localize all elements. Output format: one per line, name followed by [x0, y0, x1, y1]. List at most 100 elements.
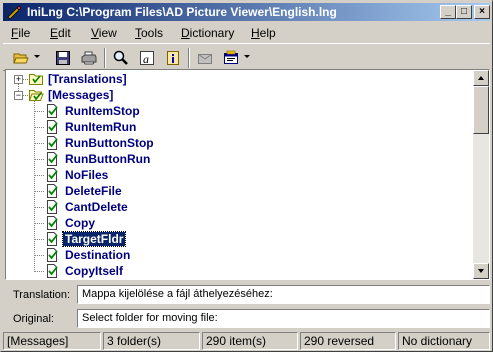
dictionary-button[interactable] [221, 48, 241, 68]
document-check-icon [47, 120, 58, 134]
save-icon [56, 51, 70, 65]
tree-connector [34, 191, 44, 192]
tree-item-label: Copy [65, 216, 95, 230]
document-check-icon [47, 136, 58, 150]
tree-connector [34, 239, 44, 240]
document-check-icon [47, 104, 58, 118]
tree-item[interactable]: NoFiles [6, 167, 206, 183]
status-dictionary: No dictionary [398, 332, 490, 350]
tree-folder-messages[interactable]: − [Messages] [6, 87, 206, 103]
tree-item-label: CantDelete [65, 200, 128, 214]
translation-label: Translation: [13, 289, 71, 301]
tree-connector [34, 271, 44, 272]
toolbar-separator [188, 48, 190, 68]
find-button[interactable] [111, 48, 131, 68]
app-window: IniLng C:\Program Files\AD Picture Viewe… [0, 0, 493, 352]
tree-connector [34, 175, 44, 176]
scroll-down-button[interactable] [473, 263, 489, 279]
folder-icon [29, 74, 43, 85]
tree-item-label: RunButtonStop [65, 136, 154, 150]
document-check-icon [47, 184, 58, 198]
document-check-icon [47, 168, 58, 182]
print-button[interactable] [79, 48, 99, 68]
tree-item-label: DeleteFile [65, 184, 122, 198]
status-items: 290 item(s) [202, 332, 298, 350]
dictionary-icon [224, 50, 238, 64]
mail-button[interactable] [195, 48, 215, 68]
open-folder-icon [28, 90, 44, 101]
minimize-icon: _ [445, 6, 451, 17]
tree-connector [34, 159, 44, 160]
tree-connector [34, 143, 44, 144]
info-icon [167, 51, 179, 65]
tree-connector [34, 255, 44, 256]
tree-item[interactable]: RunItemRun [6, 119, 206, 135]
toolbar-separator [104, 48, 106, 68]
tree-folder-translations[interactable]: + [Translations] [6, 71, 206, 87]
open-button[interactable] [11, 48, 31, 68]
document-check-icon [47, 216, 58, 230]
translation-field[interactable]: Mappa kijelölése a fájl áthelyezéséhez: [77, 285, 490, 304]
status-folders: 3 folder(s) [103, 332, 200, 350]
scroll-up-button[interactable] [473, 70, 489, 86]
tree-item-label: RunButtonRun [65, 152, 151, 166]
tree-item[interactable]: DeleteFile [6, 183, 206, 199]
maximize-icon: □ [460, 6, 468, 17]
tree-item-label: CopyItself [65, 264, 124, 278]
menu-view[interactable]: View [91, 26, 117, 40]
toolbar: a [3, 43, 490, 71]
open-folder-icon [13, 53, 29, 64]
menu-file[interactable]: File [11, 26, 30, 40]
window-title: IniLng C:\Program Files\AD Picture Viewe… [27, 5, 337, 19]
status-section: [Messages] [3, 332, 101, 350]
title-bar[interactable]: IniLng C:\Program Files\AD Picture Viewe… [3, 3, 490, 21]
tree-item[interactable]: Copy [6, 215, 206, 231]
tree-item-label: Destination [65, 248, 131, 262]
document-check-icon [47, 248, 58, 262]
info-button[interactable] [163, 48, 183, 68]
menu-tools[interactable]: Tools [135, 26, 163, 40]
tree-folder-label: [Messages] [48, 88, 114, 102]
tree-item[interactable]: Destination [6, 247, 206, 263]
font-icon: a [140, 51, 154, 66]
tree-item-label-selected: TargetFldr [61, 231, 127, 247]
document-check-icon [47, 232, 58, 246]
arrow-down-icon [478, 269, 484, 273]
close-icon: × [479, 6, 485, 17]
tree-item[interactable]: CopyItself [6, 263, 206, 279]
original-field: Select folder for moving file: [77, 309, 490, 328]
font-button[interactable]: a [137, 48, 157, 68]
tree-item-label: RunItemRun [65, 120, 137, 134]
tree-item-label: NoFiles [65, 168, 109, 182]
print-icon [81, 51, 97, 65]
tree-folder-label: [Translations] [48, 72, 127, 86]
maximize-button[interactable]: □ [456, 5, 472, 19]
tree-item[interactable]: CantDelete [6, 199, 206, 215]
save-button[interactable] [53, 48, 73, 68]
dictionary-dropdown-icon[interactable] [244, 55, 250, 58]
app-icon [7, 5, 22, 20]
minimize-button[interactable]: _ [440, 5, 456, 19]
tree-connector [34, 111, 44, 112]
menu-dictionary[interactable]: Dictionary [181, 26, 234, 40]
tree-connector [34, 127, 44, 128]
tree-item[interactable]: RunButtonRun [6, 151, 206, 167]
tree-content: + [Translations] − [Messages] RunItemSto… [6, 70, 474, 279]
scroll-thumb[interactable] [473, 86, 489, 134]
open-dropdown-icon[interactable] [34, 55, 40, 58]
arrow-up-icon [478, 76, 484, 80]
menu-help[interactable]: Help [251, 26, 276, 40]
close-button[interactable]: × [474, 5, 490, 19]
expand-icon[interactable]: + [14, 75, 23, 84]
tree-item[interactable]: TargetFldr [6, 231, 206, 247]
menu-edit[interactable]: Edit [50, 26, 71, 40]
vertical-scrollbar[interactable] [473, 70, 489, 279]
tree-connector [34, 223, 44, 224]
collapse-icon[interactable]: − [14, 91, 23, 100]
tree-view[interactable]: + [Translations] − [Messages] RunItemSto… [5, 69, 490, 280]
mail-icon [198, 54, 212, 64]
document-check-icon [47, 200, 58, 214]
tree-item[interactable]: RunButtonStop [6, 135, 206, 151]
menu-bar: File Edit View Tools Dictionary Help [3, 23, 490, 42]
tree-item[interactable]: RunItemStop [6, 103, 206, 119]
